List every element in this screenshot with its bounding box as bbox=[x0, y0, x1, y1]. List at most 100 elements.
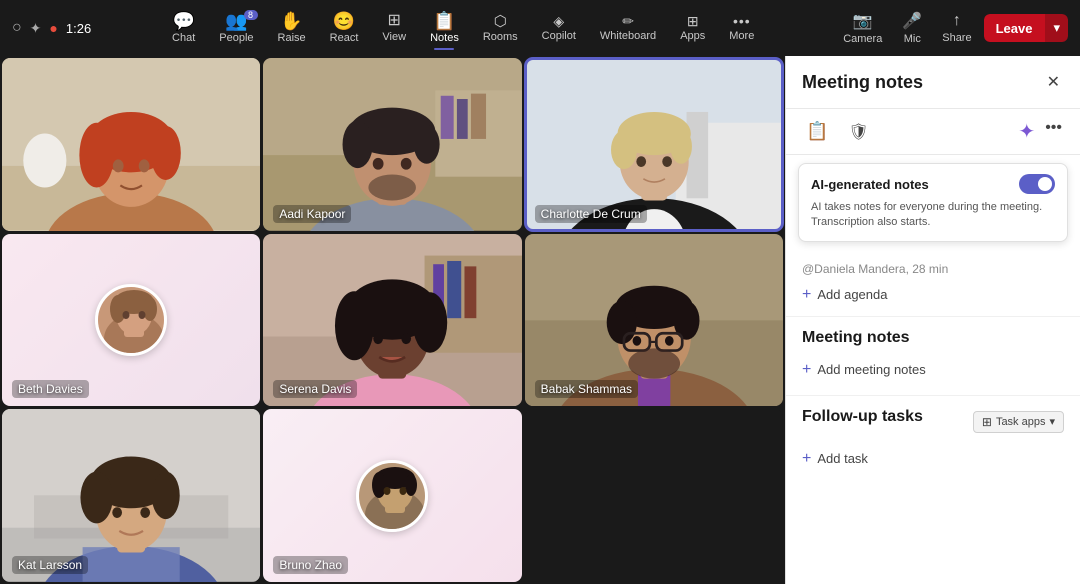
leave-dropdown[interactable]: ▾ bbox=[1044, 14, 1068, 42]
add-task-button[interactable]: + Add task bbox=[802, 446, 868, 472]
participant-cell-aadi: Aadi Kapoor bbox=[263, 58, 521, 231]
add-task-icon: + bbox=[802, 450, 811, 468]
ai-notes-toggle[interactable] bbox=[1019, 174, 1055, 194]
participant-name-babak: Babak Shammas bbox=[535, 380, 638, 398]
camera-icon: 📷 bbox=[853, 11, 873, 31]
copilot-button[interactable]: ◈ Copilot bbox=[532, 10, 586, 46]
view-icon: ⊞ bbox=[388, 13, 401, 29]
person-silhouette-1 bbox=[2, 58, 260, 231]
react-label: React bbox=[330, 32, 359, 44]
bruno-avatar bbox=[356, 460, 428, 532]
whiteboard-icon: ✏ bbox=[622, 14, 634, 28]
add-agenda-icon: + bbox=[802, 286, 811, 304]
bruno-avatar-img bbox=[359, 463, 428, 532]
add-agenda-button[interactable]: + Add agenda bbox=[802, 282, 887, 308]
agenda-mention: @Daniela Mandera, 28 min bbox=[802, 262, 1064, 276]
task-apps-icon: ⊞ bbox=[982, 415, 992, 429]
share-icon: ↑ bbox=[953, 12, 961, 30]
camera-label: Camera bbox=[843, 33, 882, 45]
panel-header-icons: ✕ bbox=[1043, 68, 1064, 96]
add-task-label: Add task bbox=[817, 451, 868, 466]
tab-more-icon[interactable]: ••• bbox=[1043, 117, 1064, 146]
participant-cell-bruno: Bruno Zhao bbox=[263, 409, 521, 582]
tasks-header: Follow-up tasks ⊞ Task apps ▾ bbox=[802, 408, 1064, 436]
apps-icon: ⊞ bbox=[687, 14, 699, 28]
meeting-notes-section: Meeting notes + Add meeting notes bbox=[786, 317, 1080, 396]
mic-icon: 🎤 bbox=[902, 11, 922, 31]
sparkle-tab-icon[interactable]: ✦ bbox=[1016, 117, 1037, 146]
participant-name-beth: Beth Davies bbox=[12, 380, 89, 398]
raise-icon: ✋ bbox=[280, 12, 302, 30]
copilot-icon: ◈ bbox=[553, 14, 564, 28]
mic-label: Mic bbox=[904, 33, 921, 45]
top-bar-left: ○ ✦ ● 1:26 bbox=[12, 19, 91, 37]
panel-tab-actions: ✦ ••• bbox=[1016, 117, 1064, 146]
more-label: More bbox=[729, 30, 754, 42]
participant-cell-empty bbox=[525, 409, 783, 582]
notes-tab-icon[interactable]: 📋 bbox=[802, 117, 832, 146]
rooms-button[interactable]: ⬡ Rooms bbox=[473, 10, 528, 47]
beth-avatar-container bbox=[95, 284, 167, 356]
whiteboard-button[interactable]: ✏ Whiteboard bbox=[590, 10, 666, 46]
chat-button[interactable]: 💬 Chat bbox=[162, 8, 205, 48]
people-badge: 8 bbox=[244, 10, 258, 20]
top-bar: ○ ✦ ● 1:26 💬 Chat 👥 8 People ✋ Raise 😊 R… bbox=[0, 0, 1080, 56]
camera-button[interactable]: 📷 Camera bbox=[835, 7, 890, 49]
add-notes-button[interactable]: + Add meeting notes bbox=[802, 357, 926, 383]
leave-button[interactable]: Leave bbox=[984, 14, 1045, 42]
participant-name-serena: Serena Davis bbox=[273, 380, 357, 398]
share-button[interactable]: ↑ Share bbox=[934, 8, 979, 48]
timer: 1:26 bbox=[66, 21, 91, 36]
task-apps-button[interactable]: ⊞ Task apps ▾ bbox=[973, 411, 1064, 433]
chat-icon: 💬 bbox=[172, 12, 194, 30]
add-agenda-label: Add agenda bbox=[817, 287, 887, 302]
task-apps-chevron: ▾ bbox=[1049, 415, 1055, 428]
more-button[interactable]: ••• More bbox=[719, 10, 764, 46]
participant-name-kat: Kat Larsson bbox=[12, 556, 88, 574]
participant-cell-1 bbox=[2, 58, 260, 231]
view-button[interactable]: ⊞ View bbox=[372, 9, 416, 47]
add-notes-label: Add meeting notes bbox=[817, 362, 925, 377]
panel-title: Meeting notes bbox=[802, 72, 1035, 93]
video-grid: Aadi Kapoor bbox=[0, 56, 785, 584]
right-panel: Meeting notes ✕ 📋 🛡 ✦ ••• AI-generated n… bbox=[785, 56, 1080, 584]
whiteboard-label: Whiteboard bbox=[600, 30, 656, 42]
follow-up-tasks-section: Follow-up tasks ⊞ Task apps ▾ + Add task bbox=[786, 396, 1080, 484]
participant-name-aadi: Aadi Kapoor bbox=[273, 205, 351, 223]
mention-text: @Daniela Mandera, 28 min bbox=[802, 262, 948, 276]
participant-cell-beth: Beth Davies bbox=[2, 234, 260, 407]
copilot-label: Copilot bbox=[542, 30, 576, 42]
react-button[interactable]: 😊 React bbox=[320, 8, 369, 48]
follow-up-title: Follow-up tasks bbox=[802, 408, 923, 426]
notes-button[interactable]: 📋 Notes bbox=[420, 8, 469, 48]
participant-cell-kat: Kat Larsson bbox=[2, 409, 260, 582]
record-icon: ● bbox=[49, 20, 57, 36]
close-icon[interactable]: ✕ bbox=[1043, 68, 1064, 96]
top-bar-right: 📷 Camera 🎤 Mic ↑ Share Leave ▾ bbox=[835, 7, 1068, 49]
participant-name-bruno: Bruno Zhao bbox=[273, 556, 348, 574]
notes-label: Notes bbox=[430, 32, 459, 44]
react-icon: 😊 bbox=[333, 12, 355, 30]
mic-button[interactable]: 🎤 Mic bbox=[894, 7, 930, 49]
beth-avatar bbox=[95, 284, 167, 356]
ai-notes-card: AI-generated notes AI takes notes for ev… bbox=[798, 163, 1068, 242]
participant-cell-serena: Serena Davis bbox=[263, 234, 521, 407]
panel-tabs: 📋 🛡 ✦ ••• bbox=[786, 109, 1080, 155]
people-button[interactable]: 👥 8 People bbox=[209, 8, 263, 48]
rooms-icon: ⬡ bbox=[494, 14, 507, 29]
panel-content: @Daniela Mandera, 28 min + Add agenda Me… bbox=[786, 250, 1080, 584]
main-content: Aadi Kapoor bbox=[0, 56, 1080, 584]
shield-tab-icon[interactable]: 🛡 bbox=[844, 118, 872, 146]
toolbar: 💬 Chat 👥 8 People ✋ Raise 😊 React ⊞ View… bbox=[99, 8, 827, 48]
participant-cell-charlotte: Charlotte De Crum bbox=[525, 58, 783, 231]
notes-icon: 📋 bbox=[433, 12, 455, 30]
beth-avatar-img bbox=[98, 287, 167, 356]
raise-button[interactable]: ✋ Raise bbox=[268, 8, 316, 48]
add-notes-icon: + bbox=[802, 361, 811, 379]
sparkle-icon: ✦ bbox=[30, 20, 42, 37]
participant-cell-babak: Babak Shammas bbox=[525, 234, 783, 407]
ai-notes-description: AI takes notes for everyone during the m… bbox=[811, 200, 1055, 231]
leave-button-wrapper: Leave ▾ bbox=[984, 14, 1068, 42]
apps-button[interactable]: ⊞ Apps bbox=[670, 10, 715, 46]
participant-name-charlotte: Charlotte De Crum bbox=[535, 205, 647, 223]
